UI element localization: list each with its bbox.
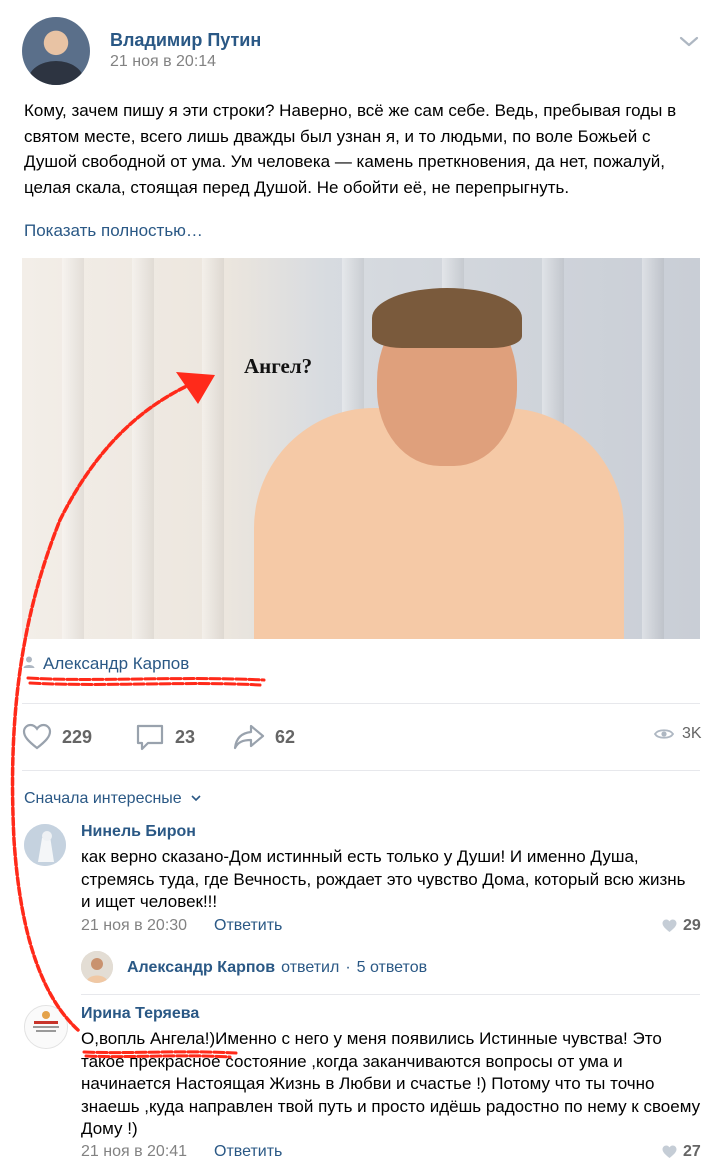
comment-like-count: 29 (683, 917, 701, 934)
reply-thread-separator: · (345, 959, 351, 976)
comment-reply-button[interactable]: Ответить (214, 1143, 282, 1161)
views-count: 3K (682, 725, 702, 742)
chevron-down-icon[interactable] (678, 30, 700, 52)
like-count: 229 (62, 726, 93, 747)
heart-icon (662, 919, 677, 932)
heart-icon (662, 1145, 677, 1158)
avatar-shoulders (28, 61, 84, 85)
divider (81, 994, 700, 995)
show-more-link[interactable]: Показать полностью… (24, 221, 203, 241)
comment-avatar[interactable] (24, 824, 66, 866)
comment-button[interactable]: 23 (135, 720, 195, 754)
reply-thread-link[interactable]: Александр Карпов ответил · 5 ответов (127, 959, 427, 977)
comment-avatar[interactable] (24, 1005, 68, 1049)
comment-like-button[interactable]: 29 (662, 917, 701, 935)
reply-thread-author: Александр Карпов (127, 959, 276, 976)
divider (22, 703, 700, 704)
comment-like-button[interactable]: 27 (662, 1143, 701, 1161)
comment-reply-button[interactable]: Ответить (214, 917, 282, 935)
reply-thread-verb: ответил (281, 959, 340, 976)
eye-icon (654, 729, 674, 739)
comment-count: 23 (175, 726, 196, 747)
heart-icon (22, 723, 52, 750)
comment-date[interactable]: 21 ноя в 20:41 (81, 1143, 187, 1161)
share-button[interactable]: 62 (233, 720, 295, 754)
photo-author-link[interactable]: Александр Карпов (43, 654, 189, 674)
comment-author-name[interactable]: Ирина Теряева (81, 1005, 199, 1023)
post-author-name[interactable]: Владимир Путин (110, 30, 261, 51)
reply-avatar[interactable] (81, 951, 113, 983)
annotation-underline-author (26, 676, 266, 682)
reply-thread-count: 5 ответов (356, 959, 428, 976)
comments-sort-dropdown[interactable]: Сначала интересные (24, 790, 202, 808)
curtain-fold (202, 258, 224, 639)
comment-date[interactable]: 21 ноя в 20:30 (81, 917, 187, 935)
comment-like-count: 27 (683, 1143, 701, 1160)
comment-author-name[interactable]: Нинель Бирон (81, 823, 196, 841)
like-button[interactable]: 229 (22, 720, 92, 754)
comments-sort-label: Сначала интересные (24, 790, 182, 807)
post-text: Кому, зачем пишу я эти строки? Наверно, … (24, 101, 677, 197)
photo-person-hair (372, 288, 522, 348)
comment-icon (136, 724, 164, 751)
chevron-down-icon (191, 795, 201, 802)
comment-text: как верно сказано-Дом истинный есть толь… (81, 847, 686, 911)
curtain-fold (132, 258, 154, 639)
views-counter: 3K (654, 725, 702, 743)
share-icon (233, 724, 265, 750)
photo-caption-label: Ангел? (244, 354, 313, 378)
author-avatar[interactable] (22, 17, 90, 85)
curtain-fold (642, 258, 664, 639)
divider (22, 770, 700, 771)
post-photo[interactable]: Ангел? (22, 258, 700, 639)
share-count: 62 (275, 726, 296, 747)
comment-text: О,вопль Ангела!)Именно с него у меня поя… (81, 1029, 701, 1138)
person-icon (22, 655, 36, 669)
curtain-fold (62, 258, 84, 639)
annotation-underline-author (28, 681, 262, 687)
post-date[interactable]: 21 ноя в 20:14 (110, 53, 216, 71)
